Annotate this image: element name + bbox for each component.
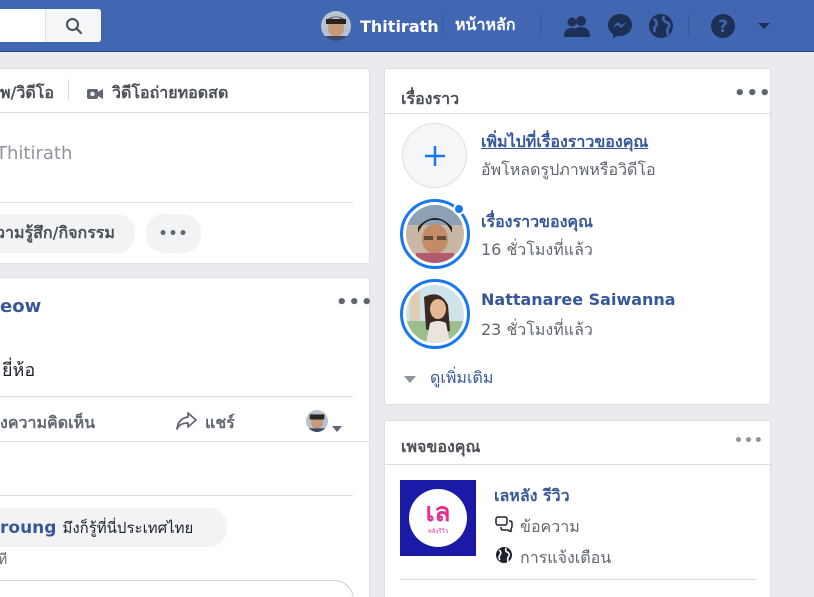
story-item-name[interactable]: Nattanaree Saiwanna: [481, 290, 676, 309]
home-link[interactable]: หน้าหลัก: [455, 13, 516, 38]
comment-text: มึงก็รู้ที่นี่ประเทศไทย: [62, 518, 194, 537]
your-pages-panel: เพจของคุณ ••• เล หลังรีวิว เลหลัง รีวิว …: [384, 420, 772, 597]
feeling-activity-label: วามรู้สึก/กิจกรรม: [0, 223, 115, 242]
nav-divider: [540, 14, 541, 36]
comment-author[interactable]: roung: [0, 518, 56, 538]
story-item-time: 23 ชั่วโมงที่แล้ว: [481, 320, 593, 339]
post-composer: พ/วิดีโอ วิดีโอถ่ายทอดสด Thitirath วามรู…: [0, 68, 370, 264]
page-logo-text: เล: [425, 498, 451, 528]
page-logo-subtext: หลังรีวิว: [427, 528, 449, 535]
messages-icon: [495, 516, 513, 536]
comment-input[interactable]: [0, 580, 354, 597]
avatar: [321, 11, 351, 41]
comment-timestamp: ที: [0, 552, 8, 568]
more-dots-icon: •••: [158, 225, 189, 242]
profile-link[interactable]: Thitirath: [321, 10, 439, 42]
divider: [0, 202, 353, 203]
divider: [0, 112, 370, 113]
stories-title: เรื่องราว: [401, 89, 460, 108]
search-button[interactable]: [45, 9, 101, 42]
account-menu-chevron-down-icon[interactable]: [749, 11, 779, 41]
add-to-story-subtitle: อัพโหลดรูปภาพหรือวิดีโอ: [481, 160, 656, 179]
divider: [400, 579, 756, 580]
post-author-name[interactable]: eow: [0, 296, 41, 317]
help-icon[interactable]: ?: [708, 11, 738, 41]
comment-button[interactable]: งความคิดเห็น: [0, 411, 95, 436]
top-navigation-bar: Thitirath หน้าหลัก ?: [0, 0, 814, 52]
search-input[interactable]: [0, 9, 101, 42]
tab-live-video[interactable]: วิดีโอถ่ายทอดสด: [112, 81, 228, 106]
chevron-down-icon[interactable]: [332, 418, 342, 437]
story-item-name[interactable]: เรื่องราวของคุณ: [481, 210, 593, 235]
story-thumbnail-friend[interactable]: [400, 279, 470, 349]
feeling-activity-button[interactable]: วามรู้สึก/กิจกรรม: [0, 214, 135, 253]
live-video-camera-icon: [87, 85, 103, 104]
page-notifications-link[interactable]: การแจ้งเตือน: [520, 546, 611, 571]
stories-options-button[interactable]: •••: [734, 83, 772, 104]
nav-divider: [688, 14, 689, 36]
see-more-stories-link[interactable]: ดูเพิ่มเติม: [430, 366, 493, 391]
post-text: ยี่ห้อ: [2, 360, 36, 381]
svg-text:?: ?: [718, 17, 728, 37]
share-button[interactable]: แชร์: [205, 411, 235, 436]
tab-photo-video[interactable]: พ/วิดีโอ: [0, 81, 54, 106]
friend-requests-icon[interactable]: [562, 11, 592, 41]
globe-icon: [495, 546, 513, 568]
divider: [0, 396, 353, 397]
avatar[interactable]: [306, 410, 328, 432]
new-story-indicator: [453, 203, 465, 215]
profile-name: Thitirath: [360, 16, 439, 36]
post-options-button[interactable]: •••: [336, 292, 374, 313]
divider: [385, 113, 772, 114]
composer-placeholder[interactable]: Thitirath: [0, 143, 72, 164]
pages-title: เพจของคุณ: [401, 437, 481, 456]
caret-down-icon: [404, 369, 416, 388]
page-name-link[interactable]: เลหลัง รีวิว: [494, 484, 570, 509]
pages-options-button[interactable]: •••: [734, 433, 764, 449]
search-icon: [65, 17, 82, 34]
add-to-story-link[interactable]: เพิ่มไปที่เรื่องราวของคุณ: [481, 130, 648, 155]
page-logo[interactable]: เล หลังรีวิว: [400, 480, 476, 556]
comment-bubble: roung มึงก็รู้ที่นี่ประเทศไทย: [0, 508, 227, 547]
share-arrow-icon: [176, 411, 198, 435]
page-messages-link[interactable]: ข้อความ: [520, 515, 580, 540]
story-item-time: 16 ชั่วโมงที่แล้ว: [481, 240, 593, 259]
notifications-globe-icon[interactable]: [646, 11, 676, 41]
divider: [0, 441, 370, 442]
tab-divider: [68, 79, 69, 101]
composer-more-button[interactable]: •••: [146, 214, 201, 253]
add-to-story-button[interactable]: [402, 123, 467, 188]
feed-post: eow ••• ยี่ห้อ งความคิดเห็น แชร์ roung ม…: [0, 277, 373, 597]
divider: [0, 495, 353, 496]
plus-icon: [424, 145, 445, 166]
nav-divider: [442, 14, 443, 36]
messenger-icon[interactable]: [605, 11, 635, 41]
divider: [385, 464, 772, 465]
